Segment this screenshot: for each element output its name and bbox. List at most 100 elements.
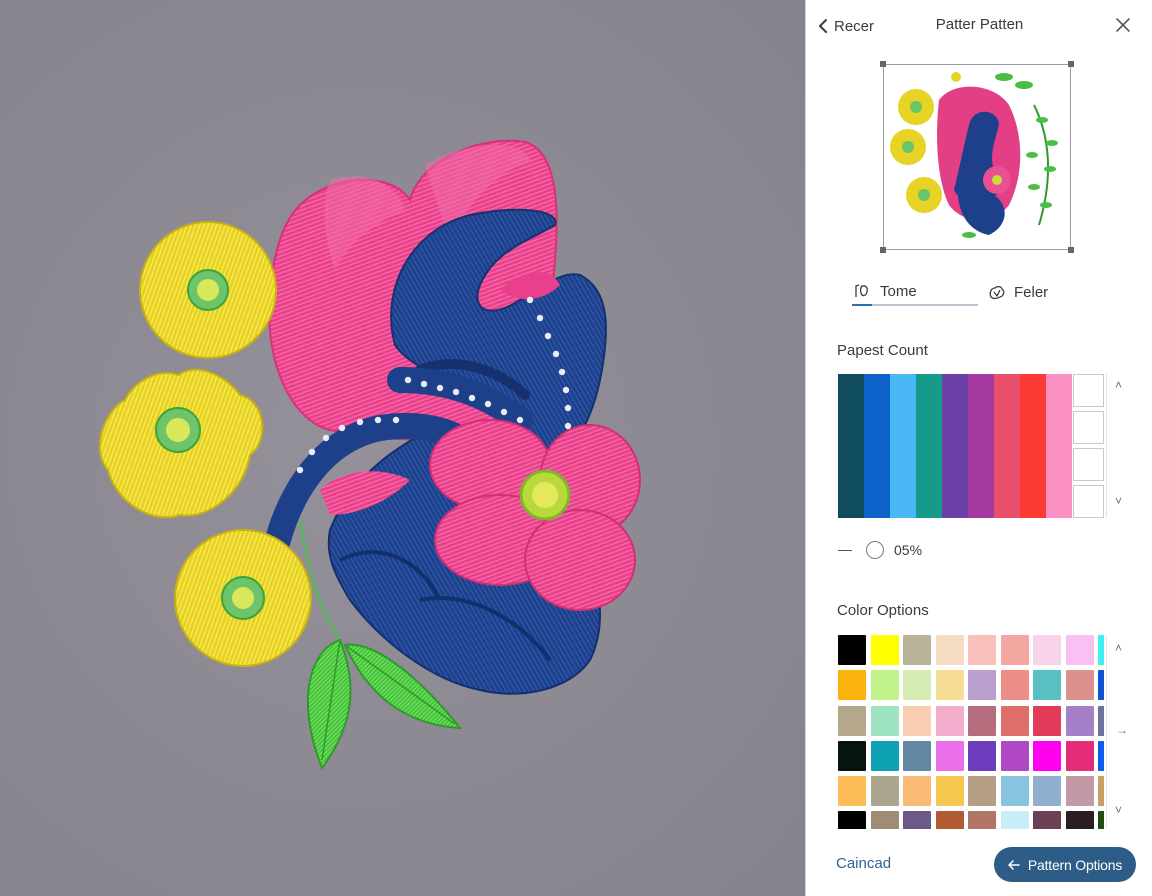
tab-filter[interactable]: Feler [988,278,1048,306]
color-swatch[interactable] [838,811,866,829]
color-swatch[interactable] [935,705,964,736]
color-swatch[interactable] [870,670,899,701]
color-swatch[interactable] [968,740,997,771]
design-canvas[interactable] [0,0,805,896]
color-swatch[interactable] [1000,776,1029,807]
palette-color-stripe[interactable] [968,374,994,518]
palette-color-stripe[interactable] [838,374,864,518]
color-swatch[interactable] [1033,670,1062,701]
color-swatch[interactable] [1000,740,1029,771]
chevron-up-icon[interactable]: ˄ [1115,378,1122,392]
color-swatch[interactable] [1098,811,1104,829]
cancel-button[interactable]: Caincad [836,855,891,872]
palette-color-stripe[interactable] [1020,374,1046,518]
color-swatch[interactable] [1033,811,1062,829]
color-swatch[interactable] [968,811,997,829]
slider-knob[interactable] [866,541,884,559]
embroidery-artwork[interactable] [0,0,805,896]
chevron-up-icon[interactable]: ˄ [1115,641,1122,655]
palette-color-stripe[interactable] [1046,374,1072,518]
palette-color-stripe[interactable] [942,374,968,518]
color-swatch[interactable] [935,776,964,807]
resize-handle[interactable] [1068,61,1074,67]
color-swatch[interactable] [838,740,866,771]
color-swatch[interactable] [935,635,964,665]
color-swatch[interactable] [1065,740,1094,771]
color-swatch[interactable] [1033,705,1062,736]
color-swatch[interactable] [1033,776,1062,807]
tab-tone[interactable]: Tome [852,278,978,306]
color-swatch[interactable] [1033,635,1062,665]
yellow-flower-2 [98,368,264,519]
resize-handle[interactable] [880,61,886,67]
palette-color-stripe[interactable] [994,374,1020,518]
color-swatch[interactable] [870,811,899,829]
color-swatch[interactable] [1065,705,1094,736]
color-swatch[interactable] [1033,740,1062,771]
color-swatch[interactable] [903,740,932,771]
color-swatch[interactable] [1098,705,1104,736]
close-button[interactable] [1112,14,1134,36]
color-swatch[interactable] [870,740,899,771]
color-swatch[interactable] [1065,635,1094,665]
palette-color-stripe[interactable] [890,374,916,518]
color-swatch[interactable] [838,670,866,701]
preset-palette[interactable] [838,374,1072,518]
color-swatch[interactable] [1098,740,1104,771]
color-swatch[interactable] [935,811,964,829]
swatch-scrollbar[interactable]: ˄ → ˅ [1106,635,1132,829]
color-swatch[interactable] [870,705,899,736]
bead-dot [404,376,412,384]
color-swatch[interactable] [903,776,932,807]
color-swatch[interactable] [838,776,866,807]
color-swatch[interactable] [838,705,866,736]
opacity-slider[interactable]: 05% [838,540,922,560]
color-swatch[interactable] [903,705,932,736]
chevron-down-icon[interactable]: ˅ [1115,494,1122,508]
palette-color-stripe[interactable] [864,374,890,518]
color-swatch[interactable] [1065,776,1094,807]
palette-empty-slots [1073,374,1105,518]
color-swatch[interactable] [1098,635,1104,665]
resize-handle[interactable] [1068,247,1074,253]
bead-dot [558,368,566,376]
color-swatch[interactable] [1098,670,1104,701]
palette-color-stripe[interactable] [916,374,942,518]
minus-icon [838,549,852,551]
color-swatch[interactable] [1000,635,1029,665]
empty-color-slot[interactable] [1073,374,1104,407]
empty-color-slot[interactable] [1073,448,1104,481]
color-swatch[interactable] [968,670,997,701]
color-swatch[interactable] [968,635,997,665]
color-swatch[interactable] [1000,705,1029,736]
color-swatch[interactable] [935,670,964,701]
color-swatch[interactable] [968,776,997,807]
bead-dot [374,416,382,424]
palette-scrollbar[interactable]: ˄ ˅ [1106,374,1132,518]
pattern-preview[interactable] [880,61,1074,253]
color-swatch[interactable] [1098,776,1104,807]
color-swatch[interactable] [870,635,899,665]
color-swatch[interactable] [903,811,932,829]
bead-dot [516,416,524,424]
chevron-down-icon[interactable]: ˅ [1115,803,1122,817]
preset-count-label: Papest Count [837,342,928,359]
color-swatch[interactable] [935,740,964,771]
scroll-marker-icon[interactable]: → [1116,723,1128,737]
color-swatch[interactable] [1065,811,1094,829]
color-swatch[interactable] [1000,811,1029,829]
tab-tone-label: Tome [880,282,917,300]
color-swatch[interactable] [903,635,932,665]
color-swatch[interactable] [838,635,866,665]
color-swatch[interactable] [968,705,997,736]
empty-color-slot[interactable] [1073,485,1104,518]
color-swatch[interactable] [903,670,932,701]
color-swatch[interactable] [1000,670,1029,701]
resize-handle[interactable] [880,247,886,253]
pattern-options-button[interactable]: Pattern Options [994,847,1136,882]
empty-color-slot[interactable] [1073,411,1104,444]
color-swatch[interactable] [870,776,899,807]
color-swatch[interactable] [1065,670,1094,701]
filter-icon [989,285,1005,300]
color-swatch-grid[interactable] [838,635,1104,829]
